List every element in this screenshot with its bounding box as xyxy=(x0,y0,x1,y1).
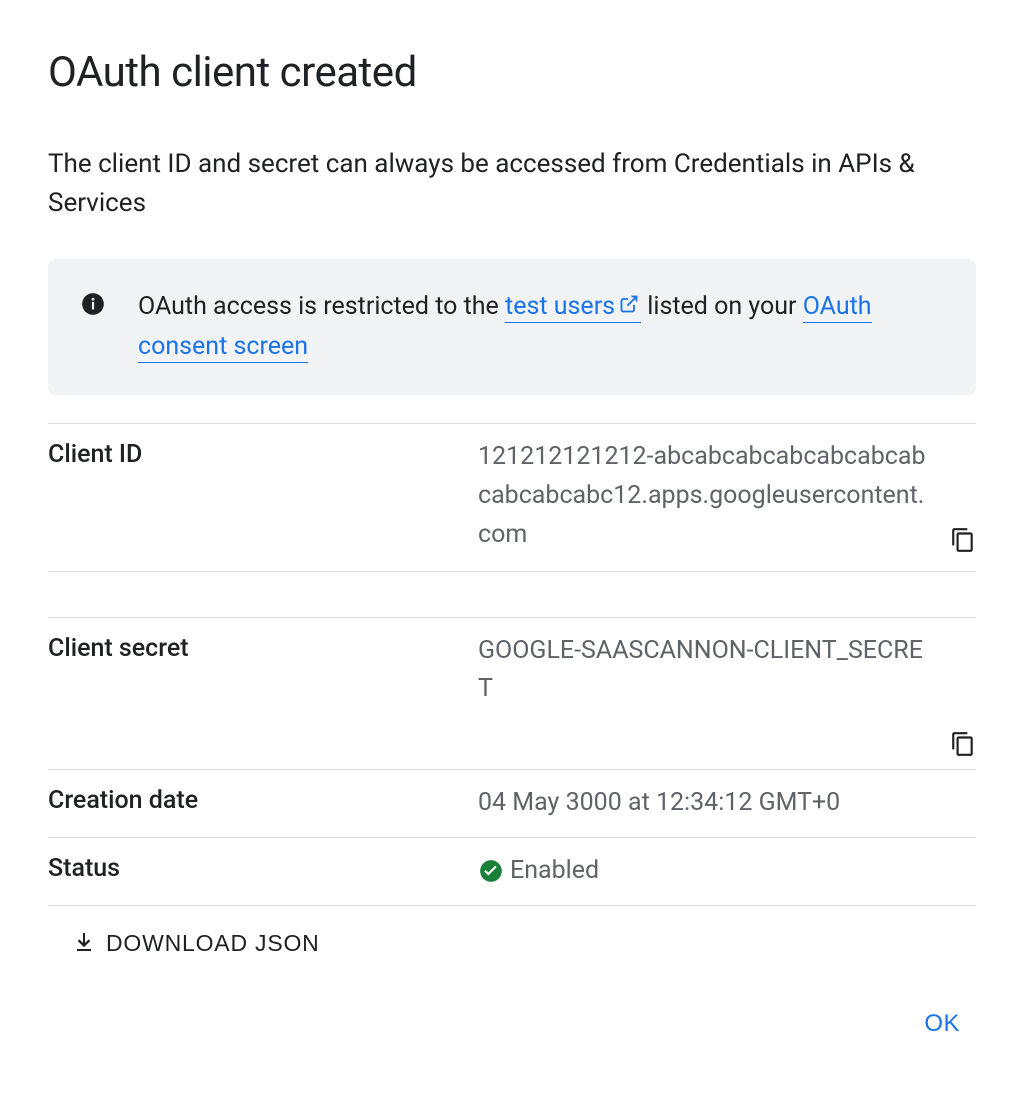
client-id-row: Client ID 121212121212-abcabcabcabcabcab… xyxy=(48,424,976,571)
info-banner-text: OAuth access is restricted to the test u… xyxy=(138,287,944,367)
details-table: Client ID 121212121212-abcabcabcabcabcab… xyxy=(48,423,976,905)
status-row: Status Enabled xyxy=(48,838,976,906)
ok-button[interactable]: OK xyxy=(908,1000,976,1048)
creation-date-value: 04 May 3000 at 12:34:12 GMT+0 xyxy=(478,784,976,823)
info-banner: OAuth access is restricted to the test u… xyxy=(48,259,976,395)
test-users-link[interactable]: test users xyxy=(505,292,641,323)
creation-date-row: Creation date 04 May 3000 at 12:34:12 GM… xyxy=(48,770,976,838)
client-secret-row: Client secret GOOGLE-SAASCANNON-CLIENT_S… xyxy=(48,618,976,771)
dialog-subtitle: The client ID and secret can always be a… xyxy=(48,145,976,223)
client-id-label: Client ID xyxy=(48,438,478,469)
client-secret-value: GOOGLE-SAASCANNON-CLIENT_SECRET xyxy=(478,632,976,710)
status-value: Enabled xyxy=(478,852,976,891)
creation-date-label: Creation date xyxy=(48,784,478,815)
dialog-title: OAuth client created xyxy=(48,48,976,97)
status-label: Status xyxy=(48,852,478,883)
info-icon xyxy=(80,291,106,317)
check-circle-icon xyxy=(478,858,504,884)
dialog-actions: OK xyxy=(48,980,976,1048)
banner-middle: listed on your xyxy=(641,292,803,321)
oauth-created-dialog: OAuth client created The client ID and s… xyxy=(0,0,1024,1096)
copy-icon[interactable] xyxy=(950,527,976,553)
client-secret-label: Client secret xyxy=(48,632,478,663)
download-json-button[interactable]: DOWNLOAD JSON xyxy=(48,916,976,971)
download-icon xyxy=(72,931,96,955)
external-link-icon xyxy=(619,287,639,327)
spacer-row xyxy=(48,572,976,618)
copy-icon[interactable] xyxy=(950,731,976,757)
banner-prefix: OAuth access is restricted to the xyxy=(138,292,505,321)
client-id-value: 121212121212-abcabcabcabcabcabcabcabcabc… xyxy=(478,438,976,554)
